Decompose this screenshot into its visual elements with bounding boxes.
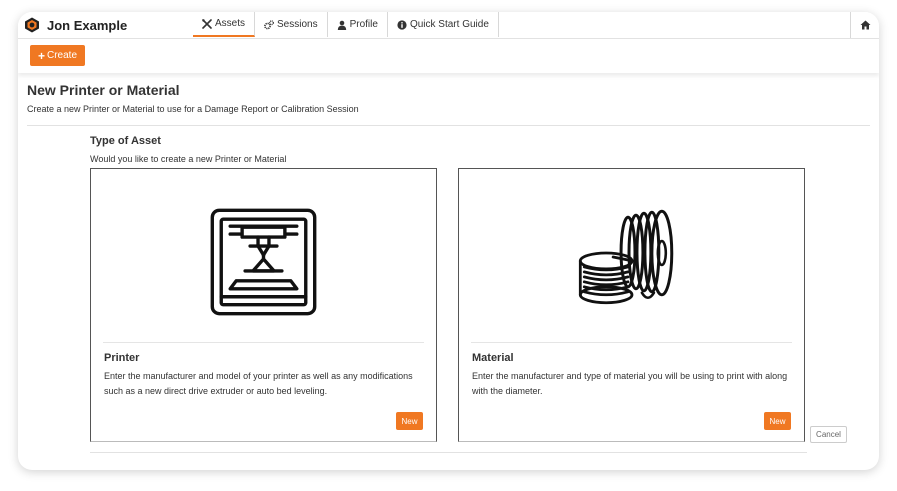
main-nav: Assets Sessions Profile Quick Start Guid… — [193, 12, 499, 38]
printer-card-description: Enter the manufacturer and model of your… — [104, 371, 413, 396]
create-button-label: Create — [47, 50, 78, 61]
home-icon — [860, 20, 870, 30]
card-divider — [471, 342, 792, 343]
gears-icon — [264, 19, 274, 29]
app-window: Jon Example Assets Sessions Profile Quic… — [18, 12, 879, 470]
page-title: New Printer or Material — [27, 82, 180, 98]
home-button[interactable] — [850, 12, 879, 38]
create-button[interactable]: + Create — [30, 45, 85, 66]
plus-icon: + — [37, 48, 45, 63]
nav-profile-label: Profile — [349, 19, 378, 30]
material-card[interactable]: Material Enter the manufacturer and type… — [458, 168, 805, 442]
top-navbar: Jon Example Assets Sessions Profile Quic… — [18, 12, 879, 39]
printer-card[interactable]: Printer Enter the manufacturer and model… — [90, 168, 437, 442]
toolbar: + Create — [18, 39, 879, 73]
footer-divider — [90, 452, 807, 453]
nav-assets[interactable]: Assets — [193, 12, 256, 37]
section-title: Type of Asset — [90, 135, 161, 147]
3d-printer-icon — [210, 208, 317, 316]
page-subtitle: Create a new Printer or Material to use … — [27, 104, 359, 114]
printer-card-title: Printer — [104, 352, 140, 364]
cancel-button[interactable]: Cancel — [810, 426, 847, 443]
nav-quick-start-label: Quick Start Guide — [409, 19, 489, 30]
username: Jon Example — [47, 18, 128, 33]
nav-profile[interactable]: Profile — [328, 12, 388, 37]
user-icon — [337, 20, 346, 30]
info-circle-icon — [397, 19, 407, 30]
card-divider — [103, 342, 424, 343]
material-card-description: Enter the manufacturer and type of mater… — [472, 371, 788, 396]
nav-sessions[interactable]: Sessions — [255, 12, 328, 37]
new-printer-button[interactable]: New — [396, 412, 423, 430]
divider — [27, 125, 870, 126]
filament-spool-icon — [578, 209, 674, 305]
tools-icon — [202, 18, 212, 29]
nav-assets-label: Assets — [215, 18, 246, 29]
nav-quick-start-guide[interactable]: Quick Start Guide — [388, 12, 499, 37]
section-subtitle: Would you like to create a new Printer o… — [90, 154, 287, 164]
nav-sessions-label: Sessions — [277, 19, 318, 30]
material-card-title: Material — [472, 352, 514, 364]
new-material-button[interactable]: New — [764, 412, 791, 430]
app-logo-icon[interactable] — [24, 17, 40, 33]
